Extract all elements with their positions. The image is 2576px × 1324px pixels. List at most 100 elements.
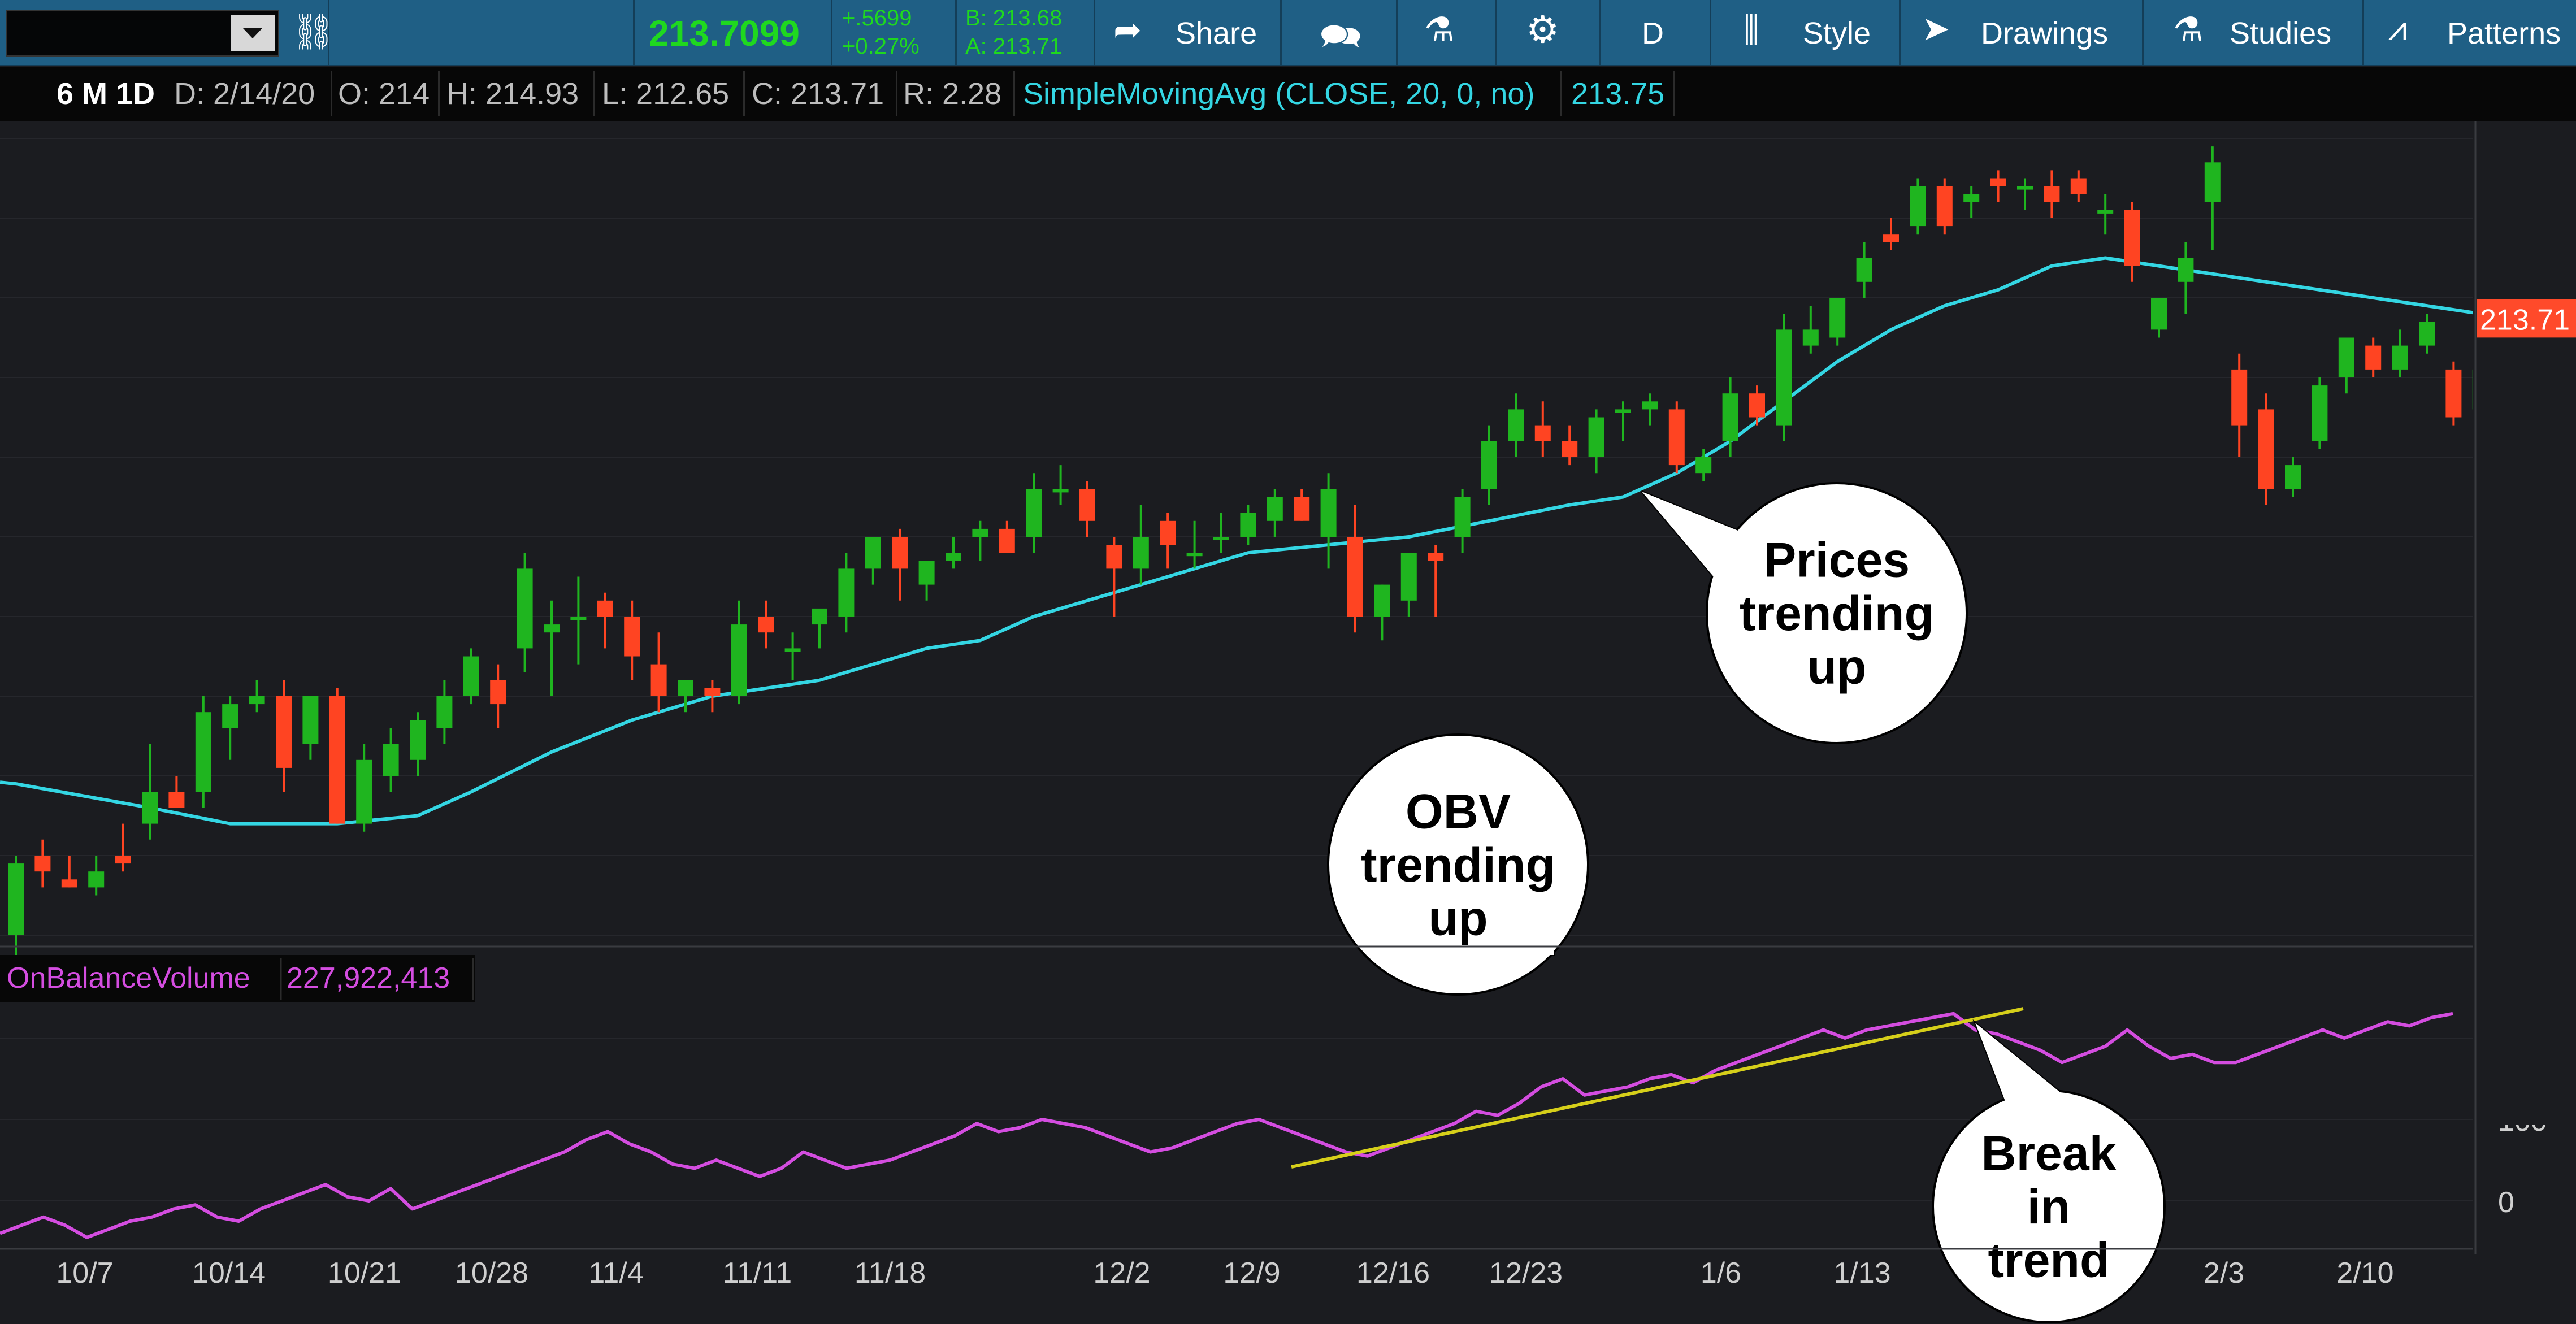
candle-body xyxy=(1749,393,1765,418)
x-axis-label: 10/28 xyxy=(455,1257,528,1290)
callout-text: Break xyxy=(1981,1127,2116,1181)
sma-line xyxy=(0,256,2576,826)
chart-canvas[interactable]: 225220215210205200195190185180175 200100… xyxy=(0,0,2576,1324)
candle-body xyxy=(115,856,131,864)
candle-body xyxy=(812,608,827,625)
callouts-layer: Pricestrendingup OBV trendingup Breakintren… xyxy=(1327,482,2166,1323)
candle-body xyxy=(329,696,345,824)
sma-layer xyxy=(0,256,2576,826)
callout-text: trend xyxy=(1988,1234,2110,1288)
candle-body xyxy=(1052,489,1069,493)
obv-tick-label: 0 xyxy=(2498,1186,2514,1219)
current-price-tag-label: 213.71 xyxy=(2480,303,2570,336)
candle-body xyxy=(463,656,479,696)
candle-body xyxy=(1588,417,1604,457)
candle-body xyxy=(758,617,774,633)
callout-text: in xyxy=(2027,1180,2070,1234)
obv-trendline xyxy=(1291,1007,2024,1169)
candle-body xyxy=(2204,162,2221,202)
candle-body xyxy=(1883,234,1899,242)
candle-body xyxy=(1454,497,1471,537)
candle-body xyxy=(249,696,265,705)
x-axis-label: 1/13 xyxy=(1833,1257,1890,1290)
candle-body xyxy=(972,528,988,537)
candle-body xyxy=(88,871,105,888)
candle-body xyxy=(1213,537,1229,540)
candle-body xyxy=(1856,258,1872,282)
candle-body xyxy=(892,537,908,569)
candle-body xyxy=(597,600,613,617)
candle-body xyxy=(999,528,1015,553)
candle-body xyxy=(2312,385,2328,441)
candle-body xyxy=(1642,401,1658,410)
candle-body xyxy=(731,624,747,696)
candle-body xyxy=(2124,210,2140,266)
candle-body xyxy=(1615,409,1631,413)
candle-body xyxy=(302,696,319,744)
candle-body xyxy=(517,568,533,649)
candle-body xyxy=(168,792,185,808)
candle-body xyxy=(2151,298,2167,330)
obv-label: OnBalanceVolume xyxy=(7,962,250,995)
candle-body xyxy=(2070,178,2087,194)
candle-body xyxy=(1320,489,1337,537)
candle-body xyxy=(1481,441,1497,489)
candle-body xyxy=(1186,553,1203,557)
x-axis-label: 2/3 xyxy=(2204,1257,2244,1290)
callout-text: OBV xyxy=(1406,785,1511,839)
candle-body xyxy=(1534,425,1551,441)
candle-body xyxy=(784,648,801,652)
callout-text: trending xyxy=(1740,587,1934,641)
callout-text: Prices xyxy=(1764,533,1910,588)
x-axis-label: 10/14 xyxy=(192,1257,266,1290)
candle-body xyxy=(2231,369,2248,426)
candle-body xyxy=(1026,489,1042,537)
candle-body xyxy=(2017,186,2033,190)
candle-body xyxy=(624,617,640,657)
candle-body xyxy=(1508,409,1524,441)
x-axis-label: 11/11 xyxy=(723,1257,792,1290)
callout-break: Breakintrend xyxy=(1932,1019,2166,1323)
candle-body xyxy=(650,664,667,696)
candle-body xyxy=(1936,186,1953,227)
candle-body xyxy=(946,553,961,561)
candle-body xyxy=(490,680,506,705)
candle-body xyxy=(142,792,158,824)
x-axis-label: 1/6 xyxy=(1701,1257,1741,1290)
candle-body xyxy=(1079,489,1095,521)
x-axis-label: 12/23 xyxy=(1489,1257,1563,1290)
candle-body xyxy=(276,696,292,768)
candle-body xyxy=(1829,298,1846,338)
candle-body xyxy=(8,863,24,935)
candle-body xyxy=(1267,497,1283,521)
candle-body xyxy=(1668,409,1685,466)
x-axis-label: 2/10 xyxy=(2336,1257,2393,1290)
candle-body xyxy=(2044,186,2060,202)
callout-text: up xyxy=(1807,640,1866,694)
x-axis-label: 10/21 xyxy=(328,1257,401,1290)
candle-body xyxy=(410,720,426,760)
candle-body xyxy=(383,744,399,776)
candle-body xyxy=(2178,258,2194,282)
candle-body xyxy=(1374,584,1390,617)
candle-body xyxy=(1106,545,1122,569)
candle-body xyxy=(2097,210,2114,214)
candle-body xyxy=(61,879,77,888)
price-axis-background xyxy=(2473,121,2576,1125)
candle-body xyxy=(1802,329,1819,346)
candle-body xyxy=(1776,329,1792,426)
candle-body xyxy=(2419,322,2435,346)
candle-body xyxy=(195,712,211,792)
candle-body xyxy=(2258,409,2274,489)
candle-body xyxy=(1722,393,1738,441)
x-axis-label: 11/18 xyxy=(855,1257,926,1290)
candle-body xyxy=(1133,537,1149,569)
callout-prices: Pricestrendingup xyxy=(1641,482,1968,744)
candle-body xyxy=(1294,497,1310,521)
x-axis-label: 11/4 xyxy=(588,1257,643,1290)
candle-body xyxy=(678,680,693,696)
candle-body xyxy=(1562,441,1578,457)
candle-body xyxy=(704,688,721,696)
candle-body xyxy=(865,537,881,569)
candle-body xyxy=(1910,186,1926,227)
